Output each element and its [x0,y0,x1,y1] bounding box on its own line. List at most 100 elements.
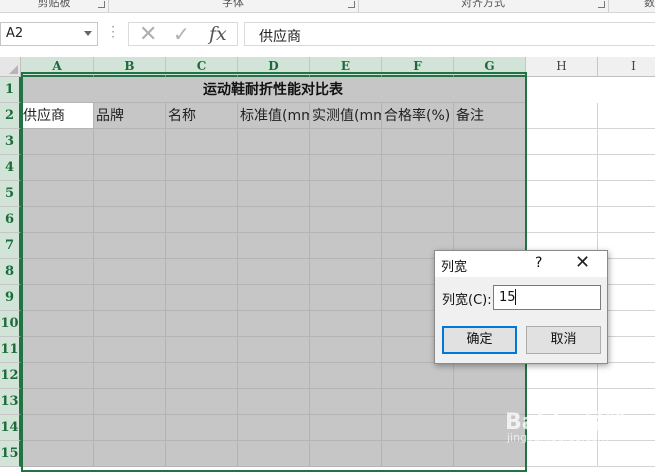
cell-c15[interactable] [166,441,238,467]
dialog-launcher-icon[interactable] [598,1,605,8]
name-box[interactable]: A2 [0,22,98,46]
cell-a3[interactable] [21,129,94,155]
cell-i12[interactable] [598,363,655,389]
cell-e12[interactable] [310,363,382,389]
cell-a6[interactable] [21,207,94,233]
cell-c3[interactable] [166,129,238,155]
row-header-9[interactable]: 9 [0,285,21,311]
cell-g2[interactable]: 备注 [454,103,526,129]
dialog-launcher-icon[interactable] [348,1,355,8]
cell-g15[interactable] [454,441,526,467]
cell-d12[interactable] [238,363,310,389]
column-header-h[interactable]: H [526,57,598,77]
cell-a11[interactable] [21,337,94,363]
cell-c2[interactable]: 名称 [166,103,238,129]
cell-h5[interactable] [526,181,598,207]
row-header-4[interactable]: 4 [0,155,21,181]
cell-e6[interactable] [310,207,382,233]
cell-c5[interactable] [166,181,238,207]
cell-f4[interactable] [382,155,454,181]
cell-c13[interactable] [166,389,238,415]
column-header-g[interactable]: G [454,57,526,77]
cell-d5[interactable] [238,181,310,207]
cell-d8[interactable] [238,259,310,285]
cell-i4[interactable] [598,155,655,181]
cell-d6[interactable] [238,207,310,233]
cell-b11[interactable] [94,337,166,363]
cell-a7[interactable] [21,233,94,259]
cell-h6[interactable] [526,207,598,233]
formula-input[interactable]: 供应商 [244,22,655,46]
cell-d9[interactable] [238,285,310,311]
dialog-launcher-icon[interactable] [98,1,105,8]
cancel-button[interactable]: 取消 [526,326,601,354]
column-header-d[interactable]: D [238,57,310,77]
cell-h2[interactable] [526,103,598,129]
cell-c12[interactable] [166,363,238,389]
row-header-7[interactable]: 7 [0,233,21,259]
cell-b8[interactable] [94,259,166,285]
row-header-11[interactable]: 11 [0,337,21,363]
merged-title-cell[interactable]: 运动鞋耐折性能对比表 [21,77,525,103]
cell-g5[interactable] [454,181,526,207]
cell-e15[interactable] [310,441,382,467]
cell-e7[interactable] [310,233,382,259]
cell-a9[interactable] [21,285,94,311]
row-header-1[interactable]: 1 [0,77,21,103]
cell-c10[interactable] [166,311,238,337]
cell-e11[interactable] [310,337,382,363]
column-width-input[interactable]: 15 [493,285,601,310]
checkmark-icon[interactable]: ✓ [173,22,190,46]
cell-d3[interactable] [238,129,310,155]
row-header-15[interactable]: 15 [0,441,21,467]
column-header-e[interactable]: E [310,57,382,77]
cell-a10[interactable] [21,311,94,337]
cell-g12[interactable] [454,363,526,389]
cell-b10[interactable] [94,311,166,337]
cell-a2[interactable]: 供应商 [21,103,94,129]
row-header-2[interactable]: 2 [0,103,21,129]
cell-b13[interactable] [94,389,166,415]
cell-f14[interactable] [382,415,454,441]
cell-a13[interactable] [21,389,94,415]
cell-e10[interactable] [310,311,382,337]
cell-g6[interactable] [454,207,526,233]
cell-h3[interactable] [526,129,598,155]
column-header-f[interactable]: F [382,57,454,77]
cell-c7[interactable] [166,233,238,259]
cell-a14[interactable] [21,415,94,441]
cell-d15[interactable] [238,441,310,467]
cell-b6[interactable] [94,207,166,233]
row-header-5[interactable]: 5 [0,181,21,207]
cell-f13[interactable] [382,389,454,415]
cell-d10[interactable] [238,311,310,337]
close-icon[interactable]: ✕ [575,252,590,273]
cell-c14[interactable] [166,415,238,441]
cell-c8[interactable] [166,259,238,285]
cell-h15[interactable] [526,441,598,467]
cell-b12[interactable] [94,363,166,389]
cell-e13[interactable] [310,389,382,415]
cell-b3[interactable] [94,129,166,155]
cell-c11[interactable] [166,337,238,363]
cell-d11[interactable] [238,337,310,363]
cell-a8[interactable] [21,259,94,285]
more-options-icon[interactable]: · · · [110,21,116,43]
cell-f3[interactable] [382,129,454,155]
cell-i5[interactable] [598,181,655,207]
column-header-i[interactable]: I [598,57,655,77]
cell-g3[interactable] [454,129,526,155]
cell-b7[interactable] [94,233,166,259]
cell-e5[interactable] [310,181,382,207]
cell-d2[interactable]: 标准值(mm [238,103,310,129]
insert-function-icon[interactable]: fx [209,23,227,45]
cell-d14[interactable] [238,415,310,441]
row-header-10[interactable]: 10 [0,311,21,337]
row-header-8[interactable]: 8 [0,259,21,285]
cell-c4[interactable] [166,155,238,181]
cell-e2[interactable]: 实测值(mm [310,103,382,129]
cell-b2[interactable]: 品牌 [94,103,166,129]
cell-d4[interactable] [238,155,310,181]
cell-f6[interactable] [382,207,454,233]
row-header-3[interactable]: 3 [0,129,21,155]
